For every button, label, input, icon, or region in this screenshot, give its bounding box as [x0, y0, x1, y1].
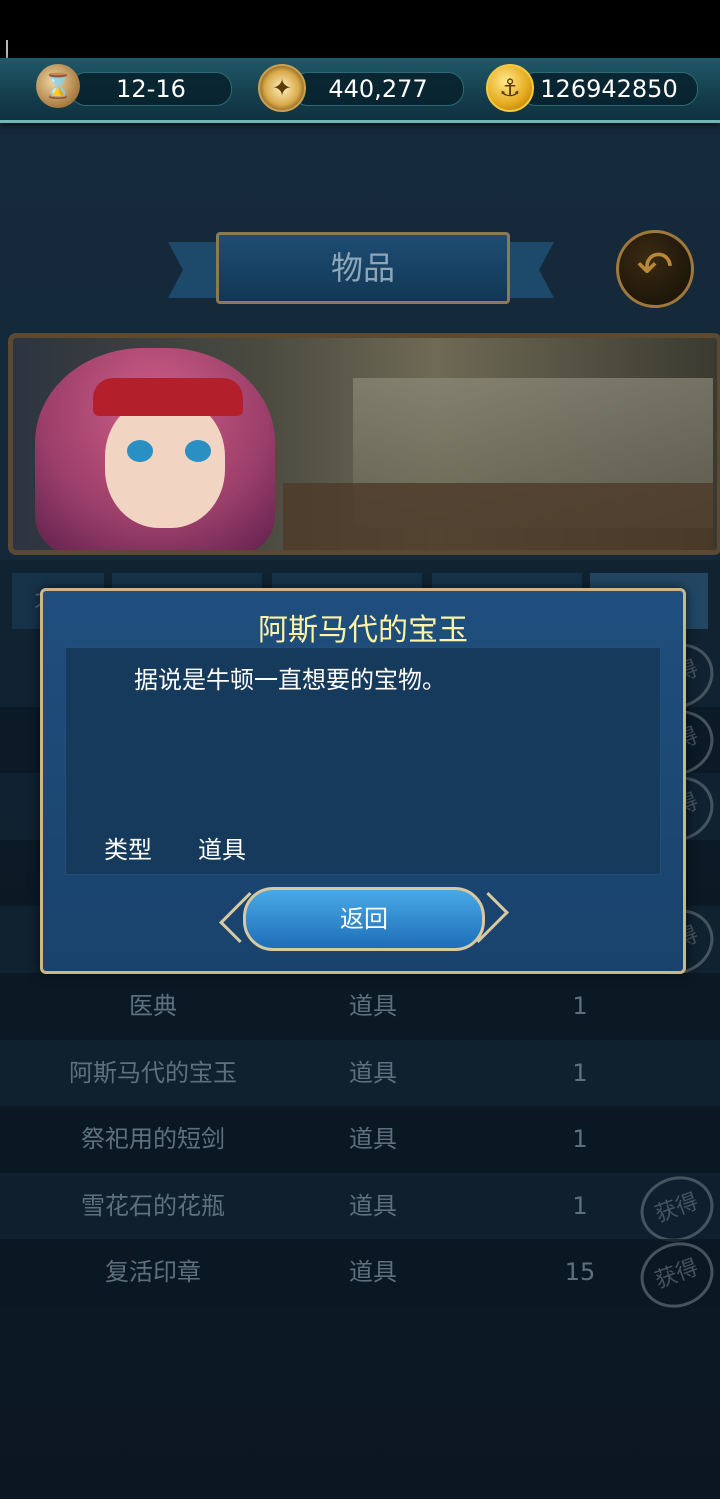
compass-pill: 440,277 — [292, 72, 464, 106]
gold-coin-icon: ⚓ — [486, 64, 534, 112]
dialog-body: 据说是牛顿一直想要的宝物。 类型 道具 — [65, 647, 661, 875]
resource-bar: 12-16 ⌛ 440,277 ✦ 126942850 ⚓ — [0, 58, 720, 123]
button-ornament-left — [219, 892, 270, 943]
item-screen: 12-16 ⌛ 440,277 ✦ 126942850 ⚓ 物品 ↶ 才料 地 — [0, 0, 720, 1499]
dialog-title: 阿斯马代的宝玉 — [258, 613, 468, 648]
button-ornament-right — [458, 892, 509, 943]
return-button[interactable]: 返回 — [219, 887, 509, 951]
compass-value: 440,277 — [328, 75, 428, 103]
page-title: 物品 — [216, 232, 510, 304]
item-description: 据说是牛顿一直想要的宝物。 — [134, 666, 446, 694]
gold-value: 126942850 — [540, 75, 678, 103]
back-button[interactable]: ↶ — [616, 230, 694, 308]
compass-icon: ✦ — [258, 64, 306, 112]
roof-illustration — [283, 483, 713, 550]
type-value: 道具 — [198, 836, 246, 864]
hourglass-icon: ⌛ — [36, 64, 80, 108]
type-label: 类型 — [104, 836, 152, 864]
return-label: 返回 — [340, 905, 388, 933]
hero-banner-image — [8, 333, 720, 555]
item-detail-dialog: 阿斯马代的宝玉 据说是牛顿一直想要的宝物。 类型 道具 返回 — [40, 588, 686, 974]
character-portrait — [35, 338, 285, 550]
status-bar — [0, 0, 720, 58]
back-arrow-icon: ↶ — [636, 242, 674, 293]
gold-pill: 126942850 — [520, 72, 698, 106]
time-value: 12-16 — [116, 75, 186, 103]
time-pill: 12-16 — [70, 72, 232, 106]
